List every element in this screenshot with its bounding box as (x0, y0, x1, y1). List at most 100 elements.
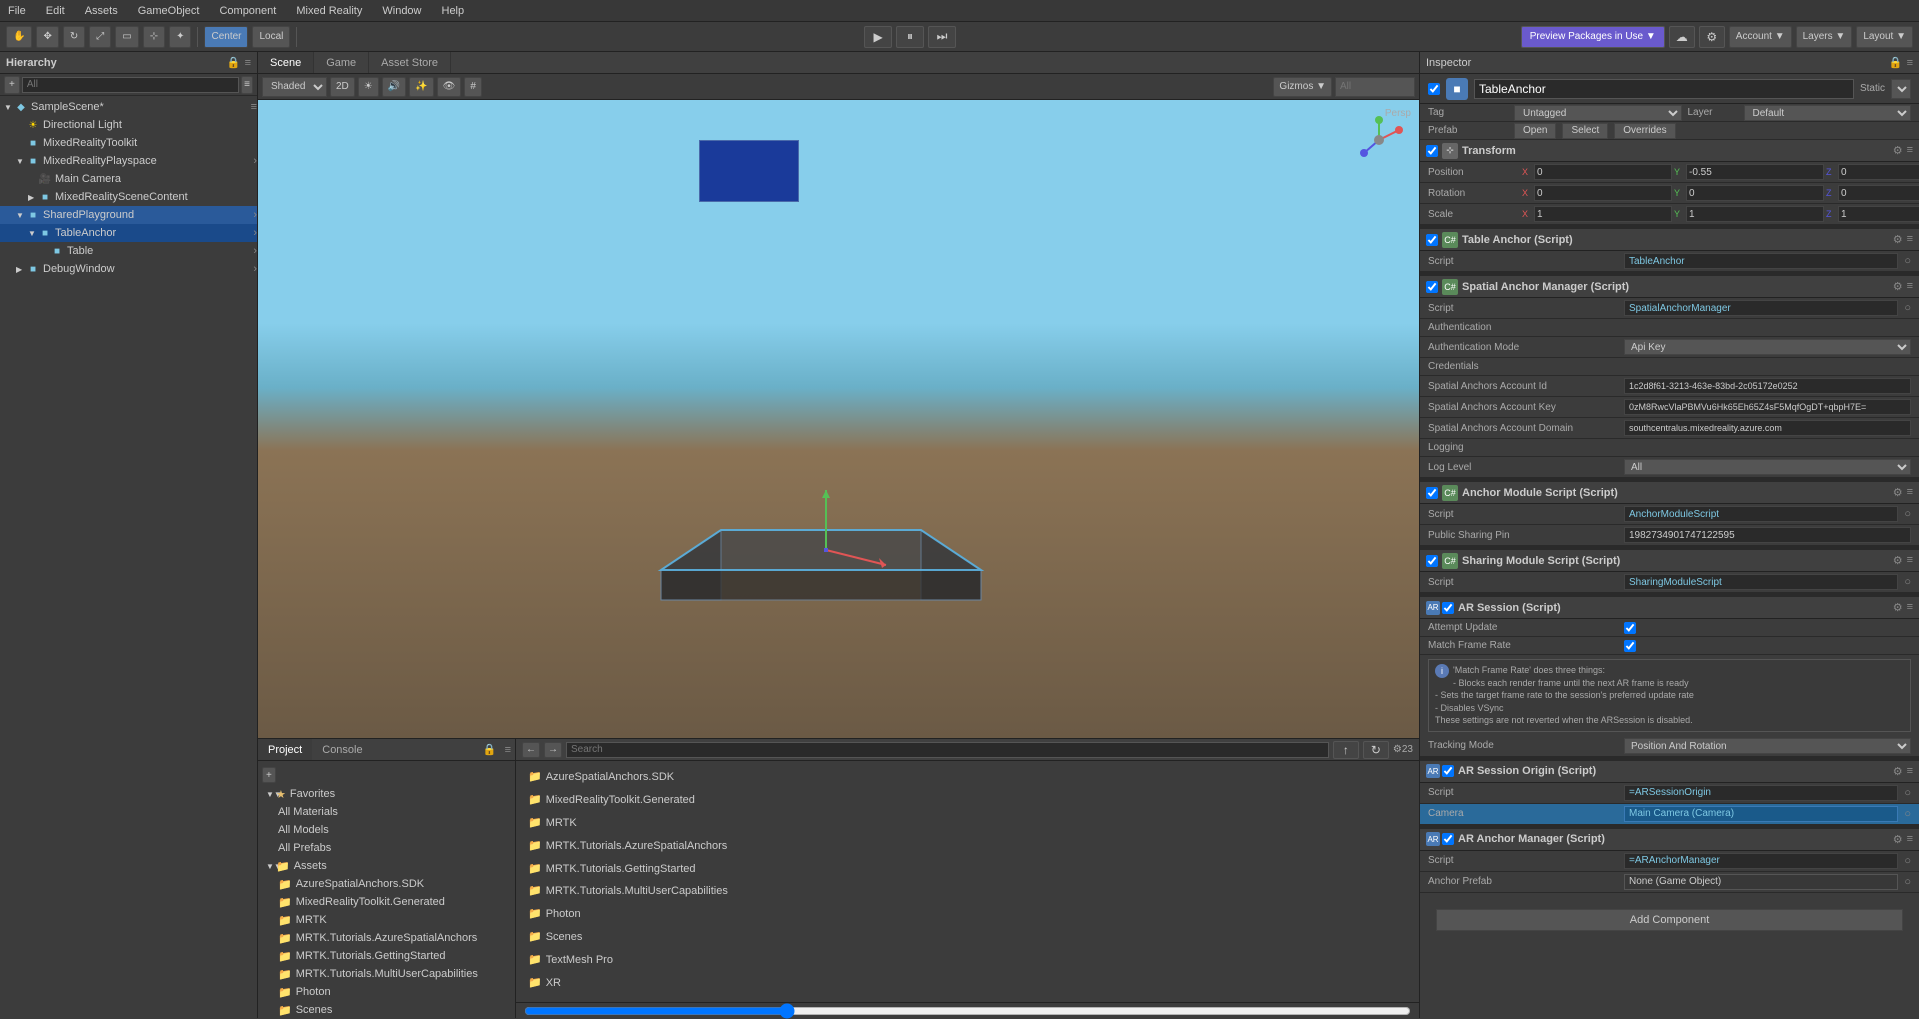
asset-photon[interactable]: 📁Photon (524, 906, 1411, 924)
sms-script-value[interactable]: SharingModuleScript (1624, 574, 1898, 590)
transform-enable-checkbox[interactable] (1426, 145, 1438, 157)
spatial-anchor-manager-header[interactable]: C# Spatial Anchor Manager (Script) ⚙ ≡ (1420, 276, 1919, 298)
pos-z-input[interactable] (1838, 164, 1919, 180)
sms-menu-icon[interactable]: ≡ (1907, 554, 1913, 567)
ar-session-origin-header[interactable]: AR AR Session Origin (Script) ⚙ ≡ (1420, 761, 1919, 783)
transform-menu-icon[interactable]: ≡ (1907, 144, 1913, 157)
table-anchor-menu-icon[interactable]: ≡ (1907, 233, 1913, 246)
ar-session-menu-icon[interactable]: ≡ (1907, 601, 1913, 614)
2d-btn[interactable]: 2D (330, 77, 355, 97)
hier-item-table[interactable]: ■ Table › (0, 242, 257, 260)
table-anchor-script-header[interactable]: C# Table Anchor (Script) ⚙ ≡ (1420, 229, 1919, 251)
static-select[interactable]: ▼ (1891, 79, 1911, 99)
sharing-module-header[interactable]: C# Sharing Module Script (Script) ⚙ ≡ (1420, 550, 1919, 572)
grid-btn[interactable]: # (464, 77, 482, 97)
menu-help[interactable]: Help (438, 3, 469, 19)
ams-sharing-pin-value[interactable]: 1982734901747122595 (1624, 527, 1911, 543)
sam-settings-icon[interactable]: ⚙ (1893, 280, 1903, 293)
proj-mrtk[interactable]: 📁 MRTK (258, 911, 515, 929)
ar-anchor-manager-prefab-circle-btn[interactable]: ○ (1904, 876, 1911, 888)
prefab-overrides-btn[interactable]: Overrides (1614, 123, 1675, 139)
sam-enable-checkbox[interactable] (1426, 281, 1438, 293)
hierarchy-filter-btn[interactable]: ≡ (241, 76, 253, 94)
transform-tool-btn[interactable]: ⊹ (143, 26, 165, 48)
ar-session-origin-camera-circle-btn[interactable]: ○ (1904, 808, 1911, 820)
inspector-lock-icon[interactable]: 🔒 (1889, 56, 1903, 69)
project-add-btn[interactable]: + (262, 767, 276, 783)
ams-enable-checkbox[interactable] (1426, 487, 1438, 499)
preview-packages-btn[interactable]: Preview Packages in Use ▼ (1521, 26, 1665, 48)
fx-btn[interactable]: ✨ (409, 77, 433, 97)
sam-auth-mode-select[interactable]: Api Key (1624, 339, 1911, 355)
hier-item-samplescene[interactable]: ◆ SampleScene* ≡ (0, 98, 257, 116)
rect-tool-btn[interactable]: ▭ (115, 26, 138, 48)
layer-select[interactable]: Default (1744, 105, 1912, 121)
proj-all-models[interactable]: All Models (258, 821, 515, 839)
tag-select[interactable]: Untagged (1514, 105, 1682, 121)
sam-menu-icon[interactable]: ≡ (1907, 280, 1913, 293)
sms-enable-checkbox[interactable] (1426, 555, 1438, 567)
tab-scene[interactable]: Scene (258, 52, 314, 73)
tab-console[interactable]: Console (312, 739, 372, 760)
asset-mrtk-azure[interactable]: 📁MRTK.Tutorials.AzureSpatialAnchors (524, 838, 1411, 856)
asset-scenes[interactable]: 📁Scenes (524, 929, 1411, 947)
proj-assets-header[interactable]: ▼ 📁 Assets (258, 857, 515, 875)
move-tool-btn[interactable]: ✥ (36, 26, 58, 48)
ar-session-tracking-mode-select[interactable]: Position And Rotation (1624, 738, 1911, 754)
ams-settings-icon[interactable]: ⚙ (1893, 486, 1903, 499)
hierarchy-more-icon[interactable]: ≡ (245, 57, 251, 69)
asset-textmesh[interactable]: 📁TextMesh Pro (524, 952, 1411, 970)
pause-btn[interactable]: ⏸ (896, 26, 924, 48)
hier-item-directional-light[interactable]: ☀ Directional Light (0, 116, 257, 134)
table-anchor-enable-checkbox[interactable] (1426, 234, 1438, 246)
proj-mrtk-azure[interactable]: 📁 MRTK.Tutorials.AzureSpatialAnchors (258, 929, 515, 947)
gizmos-btn[interactable]: Gizmos ▼ (1273, 77, 1332, 97)
ar-session-origin-camera-value[interactable]: Main Camera (Camera) (1624, 806, 1898, 822)
scale-y-input[interactable] (1686, 206, 1824, 222)
tab-project[interactable]: Project (258, 739, 312, 760)
sms-script-circle-btn[interactable]: ○ (1904, 576, 1911, 588)
scene-search[interactable] (1335, 77, 1415, 97)
proj-all-materials[interactable]: All Materials (258, 803, 515, 821)
proj-mrtk-getting-started[interactable]: 📁 MRTK.Tutorials.GettingStarted (258, 947, 515, 965)
tab-assetstore[interactable]: Asset Store (369, 52, 451, 73)
scale-z-input[interactable] (1838, 206, 1919, 222)
shading-select[interactable]: Shaded (262, 77, 327, 97)
hier-item-maincamera[interactable]: 🎥 Main Camera (0, 170, 257, 188)
ar-anchor-manager-menu-icon[interactable]: ≡ (1907, 833, 1913, 846)
ams-menu-icon[interactable]: ≡ (1907, 486, 1913, 499)
inspector-more-icon[interactable]: ≡ (1907, 57, 1913, 69)
hier-item-mixedrealityplayspace[interactable]: ■ MixedRealityPlayspace › (0, 152, 257, 170)
rot-x-input[interactable] (1534, 185, 1672, 201)
object-name-input[interactable] (1474, 79, 1854, 99)
ar-anchor-manager-script-value[interactable]: =ARAnchorManager (1624, 853, 1898, 869)
ar-anchor-manager-circle-btn[interactable]: ○ (1904, 855, 1911, 867)
scale-x-input[interactable] (1534, 206, 1672, 222)
asset-mrtk-generated[interactable]: 📁MixedRealityToolkit.Generated (524, 792, 1411, 810)
assets-back-btn[interactable]: ← (522, 742, 540, 758)
sam-account-domain-value[interactable]: southcentralus.mixedreality.azure.com (1624, 420, 1911, 436)
asset-xr[interactable]: 📁XR (524, 975, 1411, 993)
sms-settings-icon[interactable]: ⚙ (1893, 554, 1903, 567)
ar-anchor-manager-header[interactable]: AR AR Anchor Manager (Script) ⚙ ≡ (1420, 829, 1919, 851)
proj-azure-sdk[interactable]: 📁 AzureSpatialAnchors.SDK (258, 875, 515, 893)
add-component-btn[interactable]: Add Component (1436, 909, 1903, 931)
ar-session-settings-icon[interactable]: ⚙ (1893, 601, 1903, 614)
menu-file[interactable]: File (4, 3, 30, 19)
sam-log-level-select[interactable]: All (1624, 459, 1911, 475)
hierarchy-search[interactable] (22, 77, 239, 93)
hier-item-debugwindow[interactable]: ■ DebugWindow › (0, 260, 257, 278)
pos-x-input[interactable] (1534, 164, 1672, 180)
sam-script-circle-btn[interactable]: ○ (1904, 302, 1911, 314)
menu-edit[interactable]: Edit (42, 3, 69, 19)
hier-item-tableanchor[interactable]: ■ TableAnchor › (0, 224, 257, 242)
asset-mrtk-gs[interactable]: 📁MRTK.Tutorials.GettingStarted (524, 861, 1411, 879)
table-anchor-script-value[interactable]: TableAnchor (1624, 253, 1898, 269)
step-btn[interactable]: ⏭ (928, 26, 956, 48)
rotate-tool-btn[interactable]: ↻ (63, 26, 85, 48)
sam-account-id-value[interactable]: 1c2d8f61-3213-463e-83bd-2c05172e0252 (1624, 378, 1911, 394)
assets-size-slider[interactable] (524, 1003, 1411, 1019)
assets-import-btn[interactable]: ↑ (1333, 741, 1359, 759)
transform-component-header[interactable]: ⊹ Transform ⚙ ≡ (1420, 140, 1919, 162)
cloud-btn[interactable]: ☁ (1669, 26, 1695, 48)
